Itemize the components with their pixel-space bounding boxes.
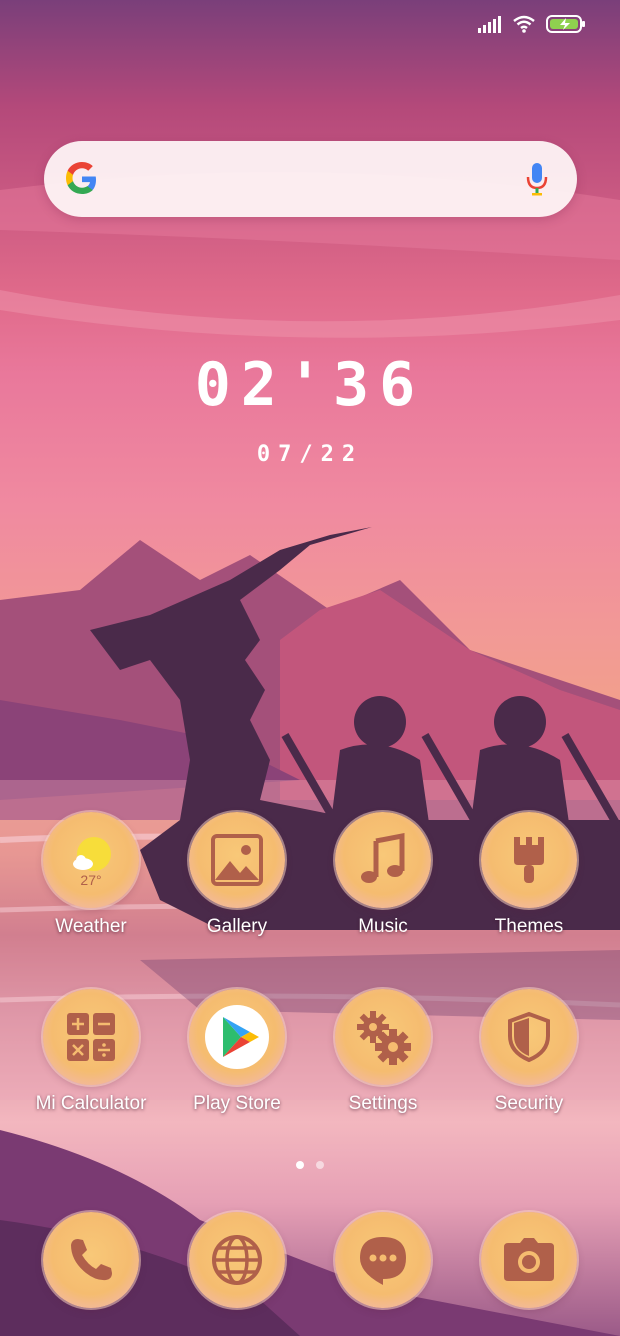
- app-music[interactable]: Music: [310, 812, 456, 938]
- dock-browser[interactable]: [164, 1212, 310, 1308]
- battery-charging-icon: [546, 15, 585, 33]
- page-dot: [316, 1161, 324, 1169]
- signal-icon: [478, 16, 501, 33]
- google-logo-icon: [66, 162, 96, 194]
- settings-icon: [357, 1011, 411, 1065]
- themes-icon: [514, 837, 544, 883]
- app-security[interactable]: Security: [456, 989, 602, 1115]
- app-label: Gallery: [206, 916, 268, 937]
- wifi-icon: [513, 15, 535, 33]
- app-themes[interactable]: Themes: [456, 812, 602, 938]
- app-label: Settings: [348, 1093, 418, 1114]
- messages-icon: [360, 1237, 406, 1285]
- app-label: Weather: [55, 916, 127, 937]
- app-label: Security: [494, 1093, 564, 1114]
- calculator-icon: [67, 1013, 115, 1061]
- browser-icon: [212, 1235, 262, 1285]
- app-mi-calculator[interactable]: Mi Calculator: [18, 989, 164, 1115]
- app-label: Play Store: [193, 1093, 281, 1114]
- security-icon: [508, 1011, 550, 1063]
- app-label: Themes: [494, 916, 564, 937]
- dock-phone[interactable]: [18, 1212, 164, 1308]
- dock-camera[interactable]: [456, 1212, 602, 1308]
- app-play-store[interactable]: Play Store: [164, 989, 310, 1115]
- status-bar: [478, 14, 586, 34]
- dock-messages[interactable]: [310, 1212, 456, 1308]
- camera-icon: [504, 1238, 554, 1281]
- mic-icon[interactable]: [525, 161, 549, 197]
- app-weather[interactable]: 27° Weather: [18, 812, 164, 938]
- page-indicator: [0, 1161, 620, 1169]
- gallery-icon: [211, 834, 263, 886]
- clock-time[interactable]: 02'36: [0, 350, 620, 420]
- clock-date[interactable]: 07/22: [0, 442, 620, 467]
- weather-temperature: 27°: [80, 872, 102, 888]
- page-dot-active: [296, 1161, 304, 1169]
- music-icon: [361, 833, 405, 883]
- phone-icon: [71, 1239, 112, 1281]
- app-label: Music: [358, 916, 408, 937]
- google-search-bar[interactable]: [44, 141, 577, 217]
- app-settings[interactable]: Settings: [310, 989, 456, 1115]
- app-label: Mi Calculator: [35, 1093, 147, 1114]
- play-store-icon: [205, 1005, 269, 1069]
- app-gallery[interactable]: Gallery: [164, 812, 310, 938]
